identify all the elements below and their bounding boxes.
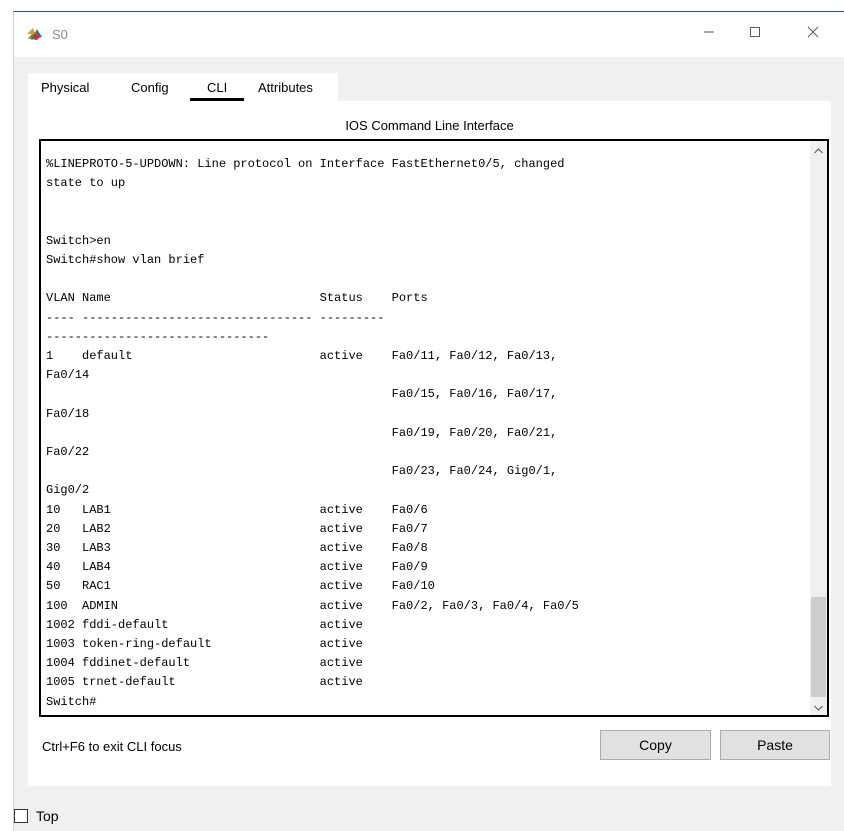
maximize-button[interactable] <box>732 12 778 56</box>
scrollbar-thumb[interactable] <box>811 597 826 697</box>
minimize-button[interactable] <box>686 12 732 56</box>
scroll-up-button[interactable] <box>810 141 827 158</box>
maximize-icon <box>749 25 761 43</box>
panel-title: IOS Command Line Interface <box>345 118 514 133</box>
cli-focus-hint: Ctrl+F6 to exit CLI focus <box>42 739 182 754</box>
tab-cli[interactable]: CLI <box>207 80 227 95</box>
top-checkbox[interactable] <box>14 809 28 823</box>
close-icon <box>807 25 819 43</box>
close-button[interactable] <box>790 12 836 56</box>
packet-tracer-switch-icon <box>25 25 45 45</box>
scroll-down-button[interactable] <box>810 698 827 715</box>
paste-button[interactable]: Paste <box>720 730 830 760</box>
tab-attributes[interactable]: Attributes <box>258 80 313 95</box>
copy-button[interactable]: Copy <box>600 730 711 760</box>
chevron-down-icon <box>814 698 823 716</box>
cli-panel: IOS Command Line Interface %LINEPROTO-5-… <box>28 101 831 786</box>
title-bar[interactable]: S0 <box>14 12 844 56</box>
chevron-up-icon <box>814 141 823 159</box>
window-client-area: Physical Config CLI Attributes IOS Comma… <box>14 57 844 831</box>
top-checkbox-label: Top <box>36 808 59 824</box>
tab-physical[interactable]: Physical <box>41 80 89 95</box>
terminal-scrollbar[interactable] <box>810 141 827 715</box>
tab-bar: Physical Config CLI Attributes <box>28 73 338 101</box>
tab-config[interactable]: Config <box>131 80 169 95</box>
top-option[interactable]: Top <box>14 806 59 826</box>
device-window: S0 Physical Config CLI Attributes IOS Co <box>13 11 844 831</box>
window-title: S0 <box>52 27 68 42</box>
minimize-icon <box>703 25 715 43</box>
terminal-output[interactable]: %LINEPROTO-5-UPDOWN: Line protocol on In… <box>46 155 798 712</box>
cli-terminal[interactable]: %LINEPROTO-5-UPDOWN: Line protocol on In… <box>39 139 829 717</box>
